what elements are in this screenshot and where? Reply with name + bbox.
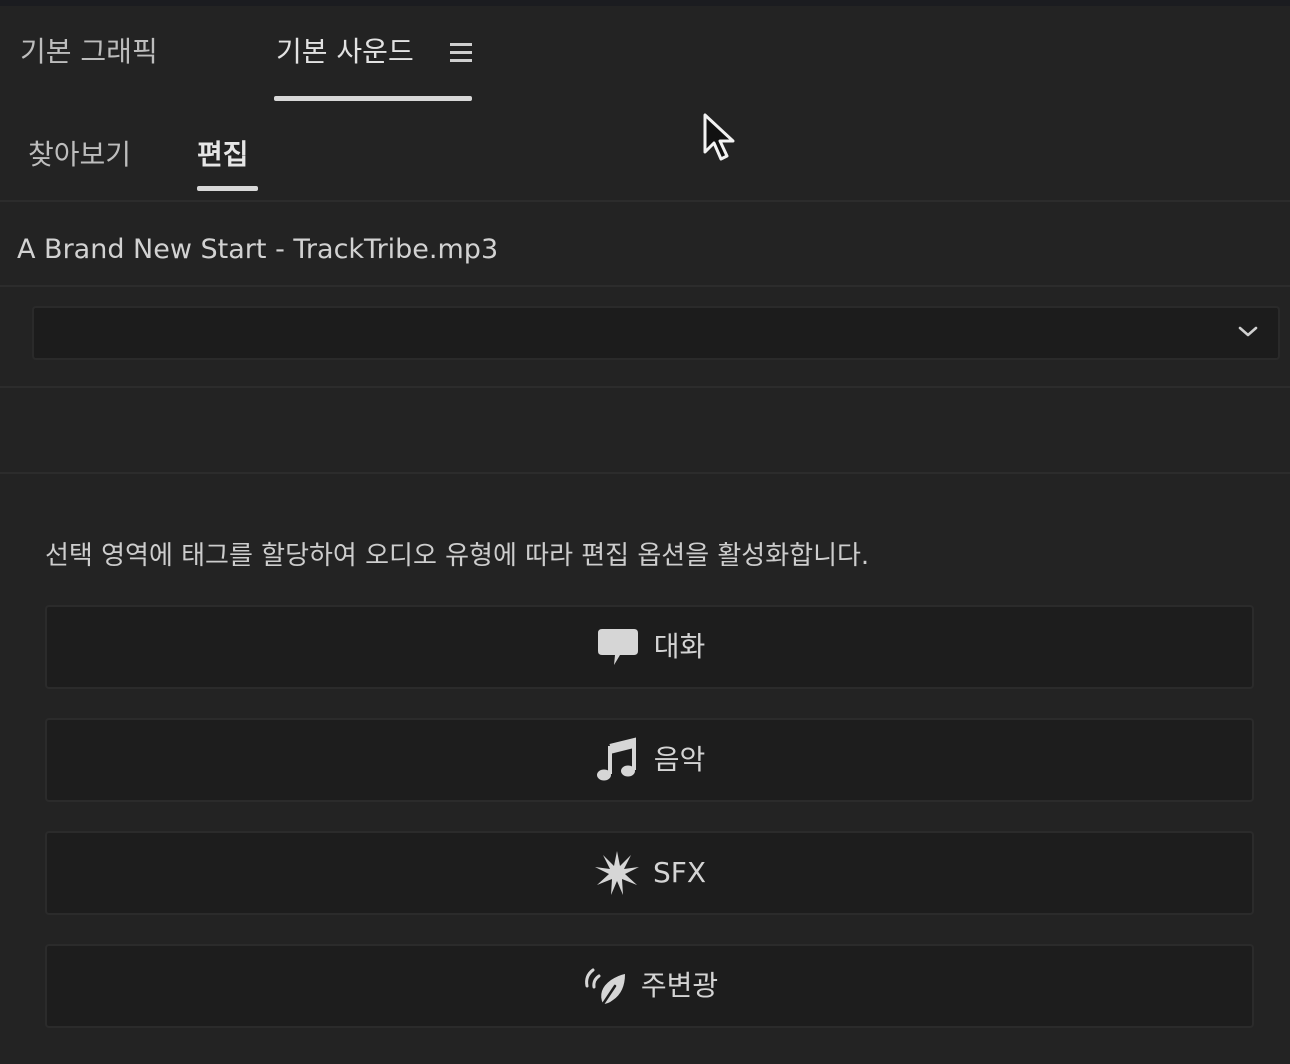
divider (0, 200, 1290, 202)
music-label: 음악 (653, 743, 706, 776)
dialogue-button[interactable]: 대화 (45, 605, 1254, 689)
music-note-icon (596, 737, 636, 781)
dialogue-label: 대화 (653, 630, 706, 663)
sfx-label: SFX (652, 856, 707, 889)
divider (0, 386, 1290, 388)
divider (0, 472, 1290, 474)
tag-assignment-description: 선택 영역에 태그를 할당하여 오디오 유형에 따라 편집 옵션을 활성화합니다… (45, 541, 870, 571)
mouse-cursor-icon (703, 113, 735, 161)
tab-edit[interactable]: 편집 (197, 134, 249, 176)
panel-tab-essential-sound[interactable]: 기본 사운드 (276, 30, 414, 74)
panel-menu-icon[interactable] (446, 36, 476, 70)
ambience-button[interactable]: 주변광 (45, 944, 1254, 1028)
chevron-down-icon (1238, 326, 1258, 337)
sfx-button[interactable]: SFX (45, 831, 1254, 915)
music-button[interactable]: 음악 (45, 718, 1254, 802)
divider (0, 285, 1290, 287)
tab-browse[interactable]: 찾아보기 (28, 134, 131, 176)
panel-tab-active-indicator (274, 96, 472, 101)
ambience-label: 주변광 (640, 969, 719, 1002)
preset-dropdown[interactable] (32, 306, 1280, 360)
burst-icon (594, 851, 639, 895)
speech-bubble-icon (597, 629, 638, 665)
ambience-leaf-icon (584, 968, 625, 1006)
panel-tab-essential-graphics[interactable]: 기본 그래픽 (20, 30, 158, 74)
sub-tab-active-indicator (197, 186, 258, 191)
window-top-strip (0, 0, 1290, 6)
clip-name: A Brand New Start - TrackTribe.mp3 (17, 234, 499, 265)
